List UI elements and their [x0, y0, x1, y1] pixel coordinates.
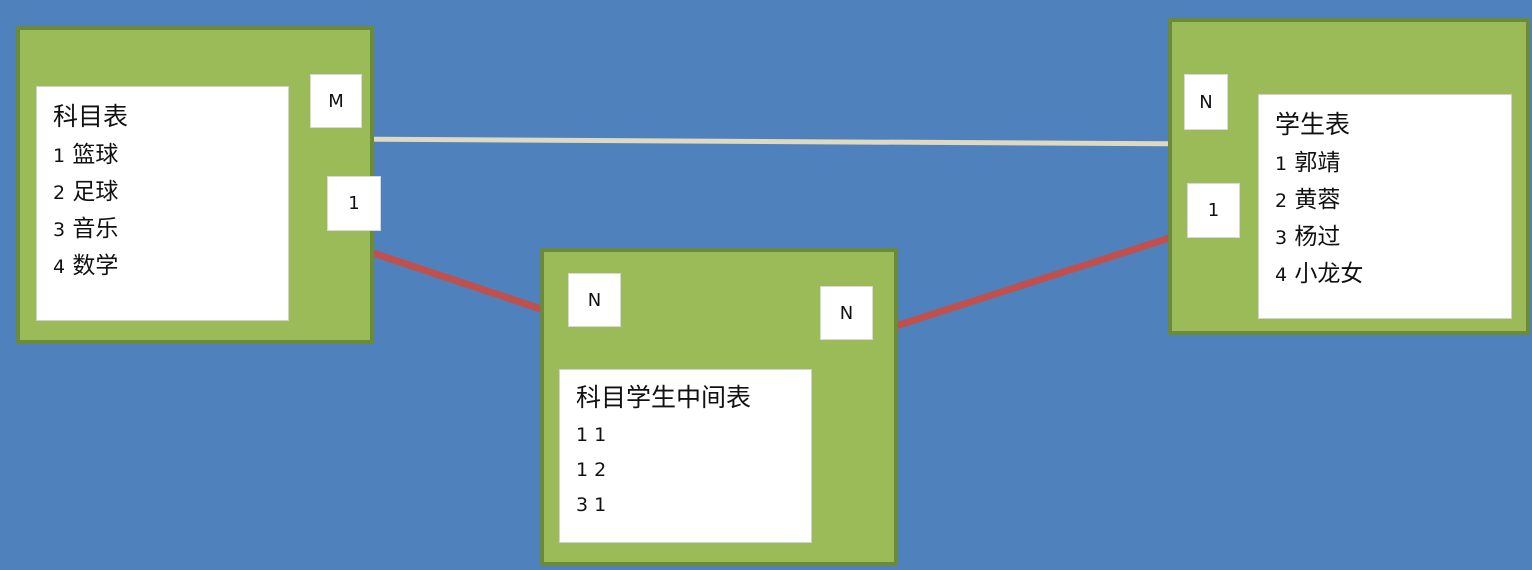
subject-cardinality-1: 1	[327, 176, 381, 231]
student-row-id: 3	[1275, 227, 1288, 249]
middle-row: 3 1	[576, 494, 607, 516]
student-row-id: 1	[1275, 153, 1288, 175]
middle-cardinality-n-left: N	[568, 273, 621, 327]
student-row: 2 黄蓉	[1275, 182, 1495, 219]
student-cardinality-n: N	[1184, 74, 1228, 130]
subject-row: 1 篮球	[53, 137, 272, 174]
subject-row-id: 1	[53, 145, 66, 167]
student-row-name: 黄蓉	[1294, 187, 1341, 213]
student-table: 学生表 1 郭靖 2 黄蓉 3 杨过 4 小龙女	[1258, 94, 1512, 319]
middle-row: 1 2	[576, 459, 607, 481]
many-to-many-line	[331, 136, 1209, 147]
diagram-canvas: 科目表 1 篮球 2 足球 3 音乐 4 数学 学生表 1 郭靖 2 黄蓉 3 …	[0, 0, 1532, 570]
subject-row: 4 数学	[53, 248, 272, 285]
subject-row: 3 音乐	[53, 211, 272, 248]
middle-table: 科目学生中间表 1 1 1 2 3 1	[559, 369, 812, 543]
student-row-name: 小龙女	[1294, 261, 1364, 287]
subject-row-id: 3	[53, 219, 66, 241]
subject-cardinality-m: M	[310, 74, 362, 128]
middle-row: 1 1	[576, 424, 607, 446]
subject-row-id: 2	[53, 182, 66, 204]
student-row-name: 杨过	[1294, 224, 1341, 250]
subject-row-name: 数学	[72, 253, 119, 279]
student-cardinality-1: 1	[1187, 183, 1240, 238]
student-row: 4 小龙女	[1275, 256, 1495, 293]
student-row: 3 杨过	[1275, 219, 1495, 256]
middle-table-title: 科目学生中间表	[576, 383, 752, 412]
middle-to-student-line	[870, 228, 1192, 337]
subject-row-id: 4	[53, 256, 66, 278]
subject-row: 2 足球	[53, 174, 272, 211]
subject-row-name: 足球	[72, 179, 119, 205]
middle-cardinality-n-right: N	[820, 286, 873, 340]
subject-table-title: 科目表	[53, 102, 129, 131]
student-table-title: 学生表	[1275, 110, 1351, 139]
subject-table: 科目表 1 篮球 2 足球 3 音乐 4 数学	[36, 86, 289, 321]
student-row-id: 2	[1275, 190, 1288, 212]
subject-row-name: 音乐	[72, 216, 119, 242]
subject-row-name: 篮球	[72, 142, 119, 168]
student-row-name: 郭靖	[1294, 150, 1341, 176]
student-row: 1 郭靖	[1275, 145, 1495, 182]
student-row-id: 4	[1275, 264, 1288, 286]
